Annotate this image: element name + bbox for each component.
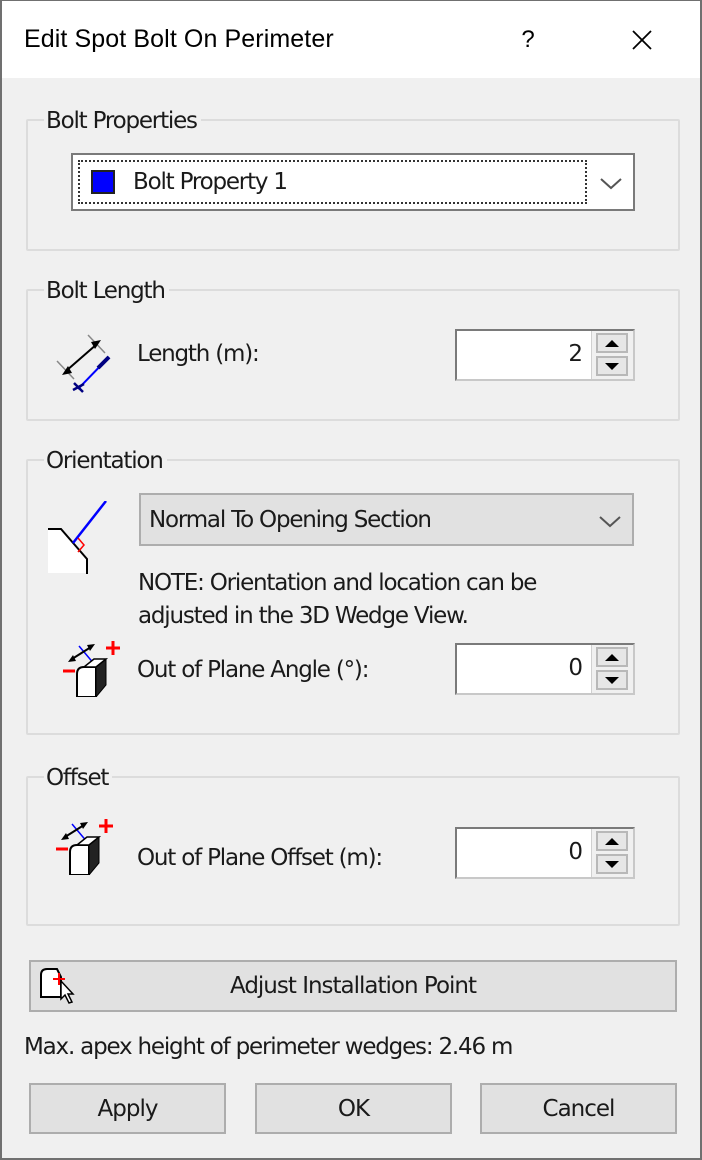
orientation-group-label: Orientation: [44, 447, 167, 475]
length-spinbox[interactable]: 2: [455, 329, 635, 381]
length-label: Length (m):: [137, 341, 260, 367]
length-increment-button[interactable]: [596, 333, 628, 353]
length-decrement-button[interactable]: [596, 356, 628, 376]
arrow-up-icon: [605, 339, 619, 347]
installation-point-cursor-icon: [40, 968, 75, 1004]
help-button[interactable]: ?: [506, 15, 550, 65]
offset-spin-buttons: [591, 829, 633, 877]
angle-spin-buttons: [591, 645, 633, 693]
offset-increment-button[interactable]: [596, 831, 628, 851]
ok-button[interactable]: OK: [255, 1083, 452, 1134]
bolt-color-swatch: [91, 170, 115, 194]
arrow-down-icon: [605, 362, 619, 370]
bolt-length-group-label: Bolt Length: [44, 277, 169, 305]
out-of-plane-angle-spinbox[interactable]: 0: [455, 643, 635, 695]
out-of-plane-offset-icon: [56, 819, 113, 875]
close-icon: [632, 30, 652, 50]
bolt-properties-group-label: Bolt Properties: [44, 107, 201, 135]
adjust-installation-point-label: Adjust Installation Point: [229, 973, 477, 999]
out-of-plane-angle-icon: [63, 641, 120, 697]
bolt-property-dropdown[interactable]: Bolt Property 1: [71, 153, 635, 211]
dialog-title: Edit Spot Bolt On Perimeter: [24, 25, 334, 53]
out-of-plane-offset-label: Out of Plane Offset (m):: [137, 845, 383, 871]
out-of-plane-angle-label: Out of Plane Angle (°):: [137, 657, 369, 683]
title-bar: Edit Spot Bolt On Perimeter ?: [2, 1, 700, 78]
orientation-dropdown[interactable]: Normal To Opening Section: [139, 493, 634, 546]
orientation-normal-icon: [48, 501, 107, 574]
bolt-property-selected: Bolt Property 1: [133, 169, 288, 195]
chevron-down-icon: [599, 516, 621, 528]
out-of-plane-offset-spinbox[interactable]: 0: [455, 827, 635, 879]
length-input[interactable]: 2: [568, 341, 583, 367]
close-button[interactable]: [614, 15, 670, 65]
cancel-button[interactable]: Cancel: [480, 1083, 677, 1134]
arrow-up-icon: [605, 837, 619, 845]
chevron-down-icon: [600, 178, 622, 190]
angle-increment-button[interactable]: [596, 647, 628, 667]
angle-decrement-button[interactable]: [596, 670, 628, 690]
out-of-plane-angle-input[interactable]: 0: [568, 655, 583, 681]
max-apex-height-text: Max. apex height of perimeter wedges: 2.…: [24, 1034, 513, 1060]
orientation-note-line2: adjusted in the 3D Wedge View.: [138, 603, 469, 629]
arrow-up-icon: [605, 653, 619, 661]
arrow-down-icon: [605, 860, 619, 868]
length-spin-buttons: [591, 331, 633, 379]
offset-group-label: Offset: [44, 764, 113, 792]
orientation-note-line1: NOTE: Orientation and location can be: [138, 570, 537, 596]
arrow-down-icon: [605, 676, 619, 684]
adjust-installation-point-button[interactable]: Adjust Installation Point: [29, 960, 677, 1012]
out-of-plane-offset-input[interactable]: 0: [568, 839, 583, 865]
orientation-selected: Normal To Opening Section: [149, 507, 432, 533]
dialog-window: Edit Spot Bolt On Perimeter ? Bolt Prope…: [0, 0, 702, 1160]
bolt-length-icon: [56, 334, 111, 393]
offset-decrement-button[interactable]: [596, 854, 628, 874]
apply-button[interactable]: Apply: [29, 1083, 226, 1134]
